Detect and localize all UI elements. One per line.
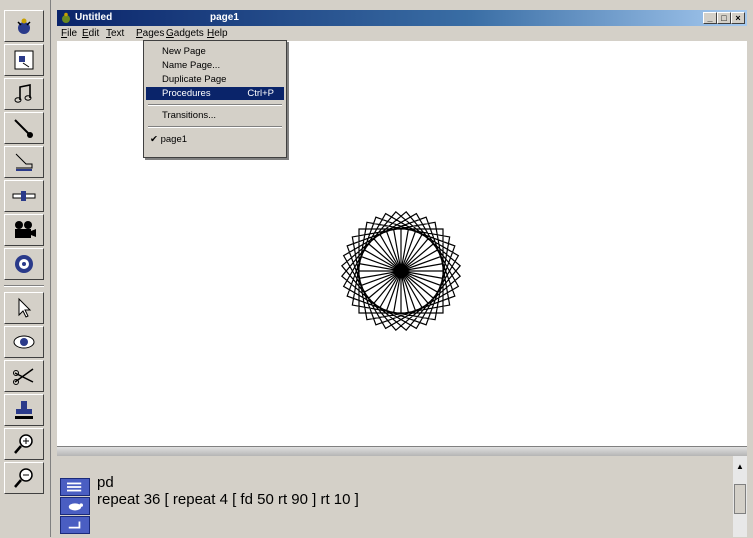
camera-tool-button[interactable]	[4, 214, 44, 246]
scroll-up-icon[interactable]: ▲	[736, 462, 744, 471]
menu-bar: File Edit Text Pages Gadgets Help	[57, 26, 747, 41]
menu-separator	[148, 104, 282, 106]
paint-tool-button[interactable]	[4, 112, 44, 144]
command-turtle-button[interactable]	[60, 497, 90, 515]
paint-brush-icon	[14, 119, 33, 138]
scroll-thumb[interactable]	[734, 484, 746, 514]
slider-icon	[12, 191, 36, 201]
music-icon	[14, 84, 32, 103]
app-turtle-icon	[62, 12, 70, 23]
menu-pages-accel: P	[136, 28, 143, 39]
turtle-tool-button[interactable]	[4, 10, 44, 42]
menu-edit-accel: E	[82, 28, 89, 39]
menu-pages[interactable]: Pages	[136, 28, 164, 39]
maximize-button[interactable]: □	[717, 12, 731, 24]
menu-file-label: ile	[67, 28, 78, 39]
menu-text[interactable]: Text	[106, 28, 124, 39]
command-list-button[interactable]	[60, 478, 90, 496]
menu-item-new-page[interactable]: New Page	[146, 45, 284, 58]
menu-help-label: elp	[214, 28, 228, 39]
palette-separator	[4, 285, 44, 287]
title-bar[interactable]: Untitled page1 _ □ ×	[57, 10, 747, 26]
pointer-icon	[18, 297, 32, 318]
shapes-tool-button[interactable]	[4, 44, 44, 76]
window-title: Untitled	[75, 12, 113, 23]
menu-gadgets-label: adgets	[173, 28, 204, 39]
stamp-tool-2-button[interactable]	[4, 394, 44, 426]
procedures-shortcut: Ctrl+P	[247, 88, 274, 99]
sound-icon	[15, 255, 33, 273]
check-icon: ✔	[150, 134, 158, 145]
eye-tool-button[interactable]	[4, 326, 44, 358]
menu-file[interactable]: File	[61, 28, 77, 39]
scissors-icon	[13, 368, 34, 385]
window-page-name: page1	[210, 12, 239, 23]
zoom-out-icon	[14, 468, 33, 488]
stamp-icon	[15, 153, 33, 171]
zoom-out-tool-button[interactable]	[4, 462, 44, 494]
slider-tool-button[interactable]	[4, 180, 44, 212]
spiral-squares	[340, 210, 462, 332]
pages-menu-dropdown: New Page Name Page... Duplicate Page Pro…	[143, 40, 287, 158]
minimize-button[interactable]: _	[703, 12, 717, 24]
tool-palette	[0, 0, 51, 537]
menu-item-duplicate-page[interactable]: Duplicate Page	[146, 73, 284, 86]
turtle-small-icon	[68, 503, 83, 511]
zoom-in-tool-button[interactable]	[4, 428, 44, 460]
sound-tool-button[interactable]	[4, 248, 44, 280]
camera-icon	[15, 221, 36, 238]
spiral-group	[340, 210, 462, 332]
stamp-tool-button[interactable]	[4, 146, 44, 178]
run-icon	[68, 521, 81, 529]
procedures-label: Procedures	[162, 88, 211, 99]
command-line: pd	[97, 474, 114, 491]
menu-gadgets-accel: G	[166, 28, 174, 39]
turtle-icon	[17, 18, 31, 34]
stamp-tool-icon	[15, 401, 33, 419]
zoom-in-icon	[14, 434, 33, 454]
scissors-tool-button[interactable]	[4, 360, 44, 392]
menu-item-procedures[interactable]: Procedures Ctrl+P	[146, 87, 284, 100]
menu-help[interactable]: Help	[207, 28, 228, 39]
close-button[interactable]: ×	[731, 12, 745, 24]
menu-separator	[148, 126, 282, 128]
pointer-tool-button[interactable]	[4, 292, 44, 324]
menu-edit-label: dit	[88, 28, 100, 39]
eye-icon	[13, 335, 35, 349]
page1-label: page1	[160, 134, 188, 145]
shapes-icon	[14, 50, 34, 70]
command-line: repeat 36 [ repeat 4 [ fd 50 rt 90 ] rt …	[97, 491, 359, 508]
menu-edit[interactable]: Edit	[82, 28, 99, 39]
menu-pages-label: ages	[142, 28, 165, 39]
command-run-button[interactable]	[60, 516, 90, 534]
menu-gadgets[interactable]: Gadgets	[166, 28, 204, 39]
turtle-drawing	[340, 210, 462, 332]
command-center[interactable]: pd repeat 36 [ repeat 4 [ fd 50 rt 90 ] …	[57, 456, 747, 537]
command-text[interactable]: pd repeat 36 [ repeat 4 [ fd 50 rt 90 ] …	[97, 474, 359, 508]
menu-item-name-page[interactable]: Name Page...	[146, 59, 284, 72]
list-icon	[67, 482, 82, 492]
menu-item-transitions[interactable]: Transitions...	[146, 109, 284, 122]
main-window: Untitled page1 _ □ × File Edit Text Page…	[57, 10, 747, 537]
menu-text-label: ext	[111, 28, 125, 39]
music-tool-button[interactable]	[4, 78, 44, 110]
command-scrollbar[interactable]: ▲	[733, 456, 747, 537]
menu-item-page1[interactable]: ✔ page1	[146, 133, 284, 146]
